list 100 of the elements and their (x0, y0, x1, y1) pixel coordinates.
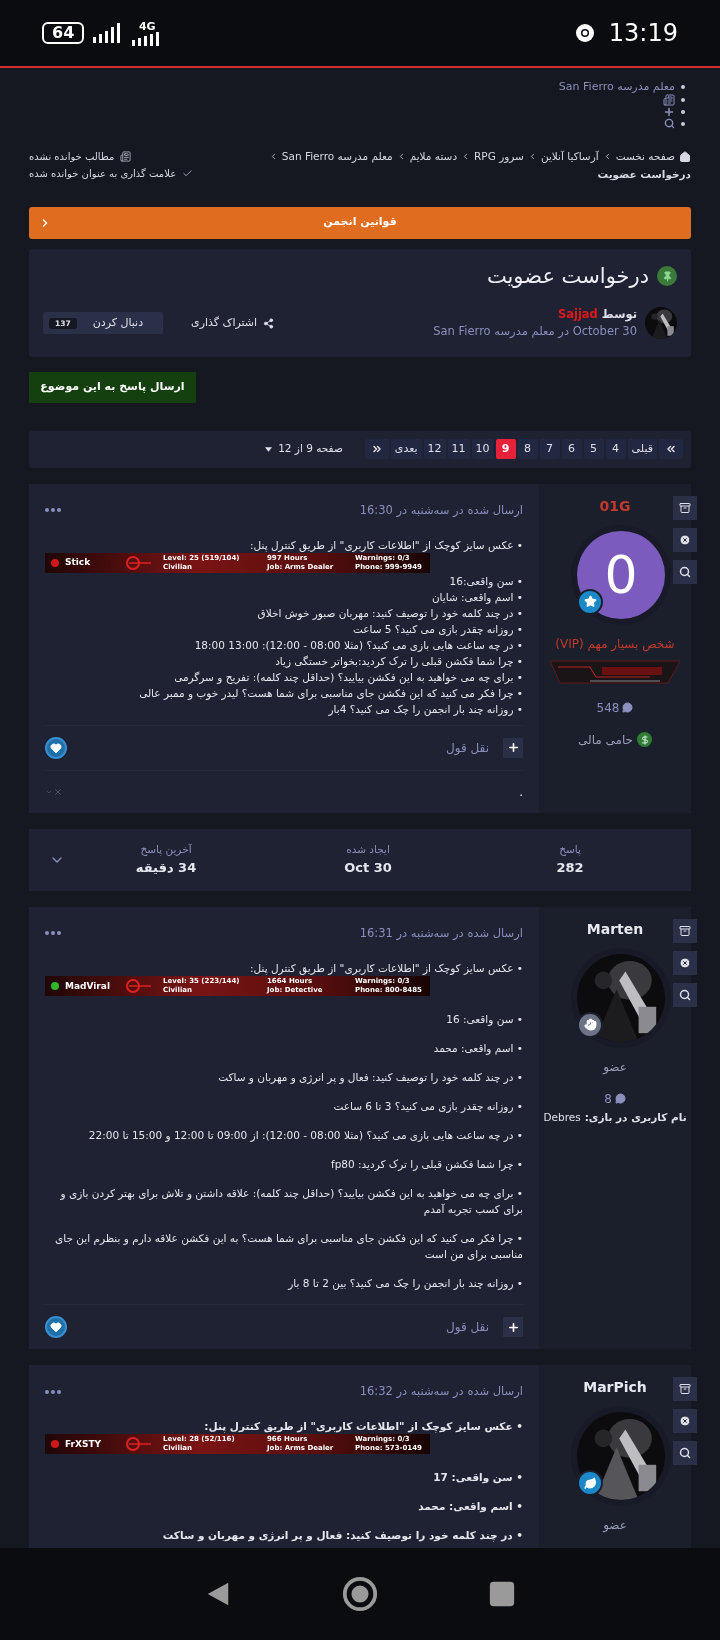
post-line: • در چند کلمه خود را توصیف کنید: فعال و پر انرژی و مهربان و ساکت (217, 1070, 523, 1085)
quote-link[interactable]: نقل قول (446, 1318, 489, 1336)
plus-icon (506, 1320, 520, 1334)
close-button[interactable] (673, 1409, 697, 1433)
speech-bubble-icon (622, 702, 634, 713)
mark-read-link[interactable]: علامت گذاری به عنوان خوانده شده (29, 166, 194, 181)
user-role: عضو (603, 1058, 627, 1076)
post-line: • عکس سایز کوچک از "اطلاعات کاربری" از طریق کنترل پنل: (203, 1419, 523, 1435)
search-button[interactable] (673, 559, 697, 584)
quote-link[interactable]: نقل قول (446, 738, 489, 757)
post-line: • سن واقعی: 17 (432, 1470, 523, 1486)
stat-label: آخرین پاسخ (140, 842, 192, 858)
page-button[interactable]: 4 (605, 439, 626, 459)
search-icon[interactable] (664, 118, 675, 129)
search-button[interactable] (673, 1441, 697, 1465)
more-options-icon[interactable] (45, 1389, 61, 1394)
topic-title: درخواست عضویت (486, 262, 649, 290)
close-icon (679, 1415, 691, 1427)
double-chevron-icon (665, 443, 677, 455)
post-timestamp: ارسال شده در سه‌شنبه در 16:30 (359, 501, 523, 519)
letter-avatar[interactable]: 0 (577, 530, 665, 619)
search-button[interactable] (673, 982, 697, 1007)
archive-button[interactable] (673, 918, 697, 943)
stat-value: Oct 30 (344, 858, 392, 877)
speech-bubble-icon (614, 1093, 626, 1105)
first-page-button[interactable] (659, 439, 683, 459)
network-type: 4G (138, 20, 156, 32)
breadcrumb-link[interactable]: معلم مدرسه San Fierro (281, 149, 393, 165)
breadcrumb-current: درخواست عضویت (596, 166, 691, 183)
breadcrumb-link[interactable]: صفحه نخست (615, 149, 675, 165)
breadcrumb-link[interactable]: دسته ملایم (409, 149, 458, 165)
post-line: • روزانه چند بار انجمن را چک می کنید؟ بین 2 تا 8 بار (286, 1276, 523, 1291)
post-line: • چرا فکر می کنید که این فکشن جای مناسبی برای شما هست؟ لیدر خوب و ممبر عالی (138, 685, 523, 701)
author-name[interactable]: Marten (586, 918, 644, 940)
archive-icon (679, 501, 691, 514)
post-line: • چرا فکر می کنید که این فکشن جای مناسبی برای شما هست؟ به این فکشن علاقه دارم و بنظرم این جای مناسبی برای من است (54, 1231, 523, 1262)
post-line: • اسم واقعی: محمد (432, 1041, 523, 1056)
battery-level: 64 (42, 22, 85, 44)
author-name[interactable]: MarPich (583, 1377, 647, 1398)
close-button[interactable] (673, 527, 697, 552)
ingame-name: Debres (543, 1109, 581, 1125)
page-button[interactable]: 9 (495, 439, 516, 459)
page-button[interactable]: قبلی (627, 439, 657, 459)
page-button[interactable]: 11 (447, 439, 470, 459)
like-button[interactable] (45, 1316, 67, 1338)
close-button[interactable] (673, 950, 697, 975)
search-icon (679, 565, 691, 578)
add-quote-button[interactable] (503, 737, 523, 758)
home-icon[interactable] (341, 1575, 379, 1613)
breadcrumb-link[interactable]: آرساکیا آنلاین (540, 149, 599, 165)
like-button[interactable] (45, 736, 67, 759)
add-icon[interactable] (663, 106, 675, 118)
clock: 13:19 (608, 18, 678, 49)
player-name: FrXSTY (65, 1439, 103, 1449)
page-button[interactable]: 6 (561, 439, 582, 459)
post-line: • روزانه چقدر بازی می کنید؟ 3 تا 6 ساعت (332, 1099, 523, 1114)
post-timestamp: ارسال شده در سه‌شنبه در 16:32 (359, 1383, 523, 1400)
more-options-icon[interactable] (45, 931, 61, 936)
newspaper-icon (120, 151, 132, 162)
page-button[interactable]: 10 (471, 439, 494, 459)
topic-meta: October 30 در معلم مدرسه San Fierro (433, 323, 637, 341)
donor-label: حامی مالی (577, 730, 653, 749)
post-line: • برای چه می خواهید به این فکشن بیایید؟ (حداقل چند کلمه): علاقه داشتن و تلاش برای بهتر کردن بازی و برای کسب تجربه آمدم (59, 1186, 523, 1217)
page-button[interactable]: 12 (423, 439, 446, 459)
add-quote-button[interactable] (503, 1317, 523, 1337)
post-line: • عکس سایز کوچک از "اطلاعات کاربری" از طریق کنترل پنل: (249, 537, 523, 553)
stat-value: 282 (556, 858, 584, 877)
page-button[interactable]: 7 (539, 439, 560, 459)
nav-link[interactable]: معلم مدرسه San Fierro (558, 80, 675, 94)
plus-icon (506, 741, 520, 755)
post-line: • اسم واقعی: شایان (430, 589, 523, 605)
caret-icon (265, 446, 273, 452)
stat-value: 34 دقیقه (135, 858, 197, 877)
post-line: • در چه ساعت هایی بازی می کنید؟ (مثلا 08:00 - 12:00): از 09:00 تا 12:00 و 15:00 تا 22:00 (87, 1128, 523, 1143)
last-page-button[interactable] (364, 439, 389, 459)
archive-button[interactable] (673, 495, 697, 520)
post-line: • سن واقعی:16 (448, 573, 523, 589)
more-options-icon[interactable] (45, 508, 61, 513)
breadcrumb-link[interactable]: سرور RPG (474, 149, 524, 165)
reply-button[interactable]: ارسال پاسخ به این موضوع (29, 371, 196, 403)
page-button[interactable]: 8 (517, 439, 538, 459)
unread-icon[interactable] (663, 94, 675, 106)
check-icon (182, 168, 194, 179)
post-line: • چرا شما فکشن قبلی را ترک کردید: fp80 (329, 1157, 523, 1172)
page-button[interactable]: 5 (583, 439, 604, 459)
recents-icon[interactable] (487, 1580, 516, 1608)
browser-icon (574, 23, 595, 43)
archive-button[interactable] (673, 1377, 697, 1401)
archive-icon (679, 1383, 691, 1395)
page-button[interactable]: بعدی (390, 439, 422, 459)
post-line: • عکس سایز کوچک از "اطلاعات کاربری" از طریق کنترل پنل: (249, 961, 523, 976)
post-line: • روزانه چقدر بازی می کنید؟ 5 ساعت (351, 621, 523, 637)
post-count: 548 (596, 698, 634, 717)
player-name: MadViral (65, 981, 111, 991)
post-line: • چرا شما فکشن قبلی را ترک کردید:بخواتر خستگی زیاد (274, 653, 523, 669)
search-icon (679, 988, 691, 1001)
page-jump-dropdown[interactable]: صفحه 9 از 12 (265, 441, 343, 457)
share-button[interactable]: اشتراک گذاری (191, 315, 275, 332)
user-role: شخص بسیار مهم (VIP) (555, 635, 675, 653)
unread-link[interactable]: مطالب خوانده نشده (29, 149, 132, 164)
